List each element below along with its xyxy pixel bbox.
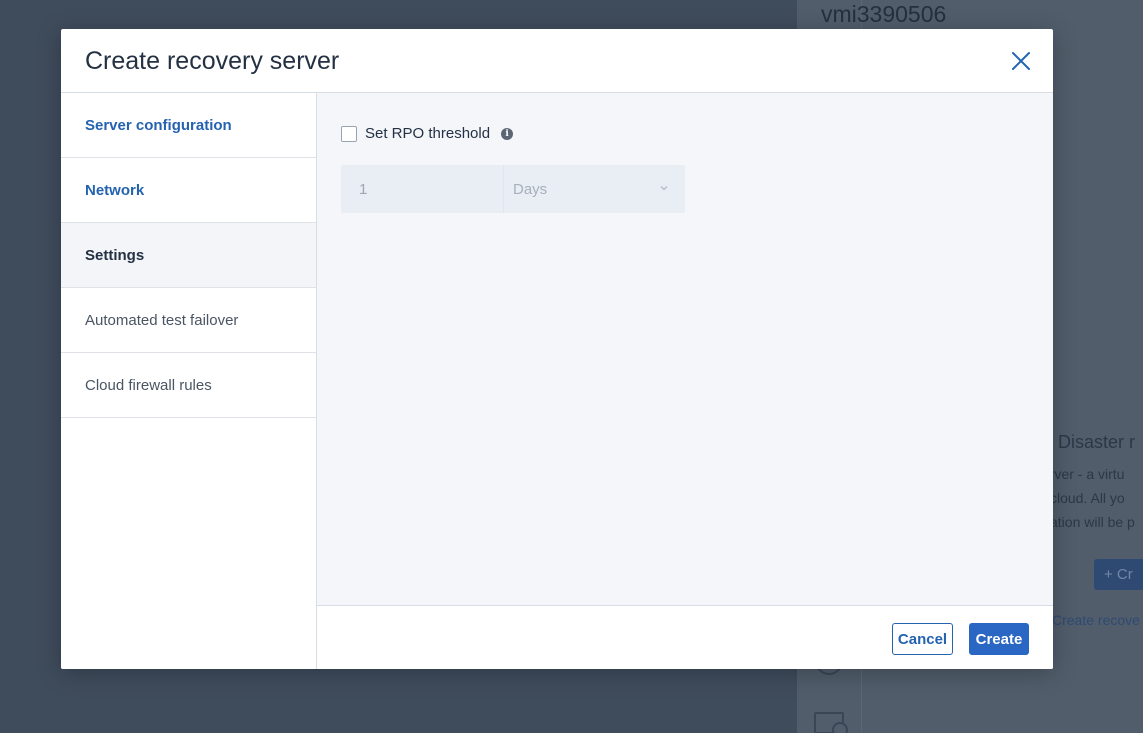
dialog-footer: Cancel Create — [317, 605, 1053, 669]
rpo-threshold-inputs: Days — [341, 165, 685, 213]
settings-content: Set RPO threshold i Days — [317, 93, 1053, 605]
dialog-header: Create recovery server — [61, 29, 1053, 93]
step-cloud-firewall-rules[interactable]: Cloud firewall rules — [61, 353, 316, 418]
rpo-threshold-checkbox[interactable] — [341, 125, 357, 142]
rpo-value-input[interactable] — [341, 165, 503, 213]
step-automated-test-failover[interactable]: Automated test failover — [61, 288, 316, 353]
background-desc-line: ation will be p — [1050, 514, 1135, 530]
background-folder-icon — [814, 712, 848, 733]
cancel-button[interactable]: Cancel — [892, 623, 953, 655]
step-server-configuration[interactable]: Server configuration — [61, 93, 316, 158]
info-icon[interactable]: i — [501, 127, 514, 140]
step-network[interactable]: Network — [61, 158, 316, 223]
create-recovery-server-dialog: Create recovery server Server configurat… — [61, 29, 1053, 669]
rpo-threshold-label[interactable]: Set RPO threshold — [365, 125, 490, 142]
wizard-steps-sidebar: Server configuration Network Settings Au… — [61, 93, 317, 669]
chevron-down-icon — [660, 186, 668, 191]
background-desc-line: cloud. All yo — [1050, 490, 1125, 506]
background-desc-line: erver - a virtu — [1042, 466, 1125, 482]
background-create-button: + Cr — [1094, 559, 1143, 590]
rpo-unit-select[interactable]: Days — [504, 165, 685, 213]
close-icon[interactable] — [1009, 49, 1033, 73]
background-section-heading: Disaster r — [1058, 432, 1136, 452]
rpo-unit-value: Days — [513, 180, 548, 198]
rpo-threshold-row: Set RPO threshold i — [341, 125, 514, 142]
dialog-title: Create recovery server — [85, 47, 340, 75]
step-settings[interactable]: Settings — [61, 223, 316, 288]
background-create-link: Create recove — [1052, 612, 1140, 628]
background-server-title: vmi3390506 — [821, 1, 947, 27]
create-button[interactable]: Create — [969, 623, 1029, 655]
